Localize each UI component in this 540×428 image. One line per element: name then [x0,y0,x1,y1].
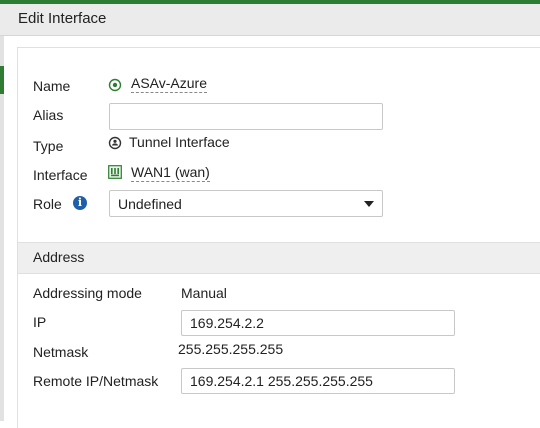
dialog-title: Edit Interface [18,10,107,27]
name-value[interactable]: ASAv-Azure [131,75,207,93]
ip-input[interactable] [181,310,455,336]
role-label: Role [33,196,62,212]
tunnel-icon [108,78,122,97]
ip-label: IP [33,314,47,330]
netmask-label: Netmask [33,344,89,360]
netmask-value: 255.255.255.255 [178,341,284,357]
address-section-header: Address [18,242,540,274]
port-icon [108,165,122,184]
remote-ip-netmask-input[interactable] [181,368,455,394]
left-nav-active-indicator [0,66,4,94]
role-selected-value: Undefined [118,196,182,212]
tunnel-icon [108,136,122,155]
type-value: Tunnel Interface [129,134,230,150]
type-label: Type [33,138,64,154]
chevron-down-icon [364,201,374,207]
interface-value[interactable]: WAN1 (wan) [131,164,210,182]
remote-ip-netmask-label: Remote IP/Netmask [33,373,159,389]
alias-input[interactable] [109,103,383,130]
addressing-mode-value: Manual [181,285,227,301]
alias-label: Alias [33,107,64,123]
dialog-title-bar: Edit Interface [0,4,540,36]
addressing-mode-label: Addressing mode [33,285,142,301]
role-select[interactable]: Undefined [109,190,383,217]
address-section-title: Address [33,249,85,265]
info-icon[interactable]: i [73,196,87,210]
name-label: Name [33,78,71,94]
interface-label: Interface [33,167,88,183]
